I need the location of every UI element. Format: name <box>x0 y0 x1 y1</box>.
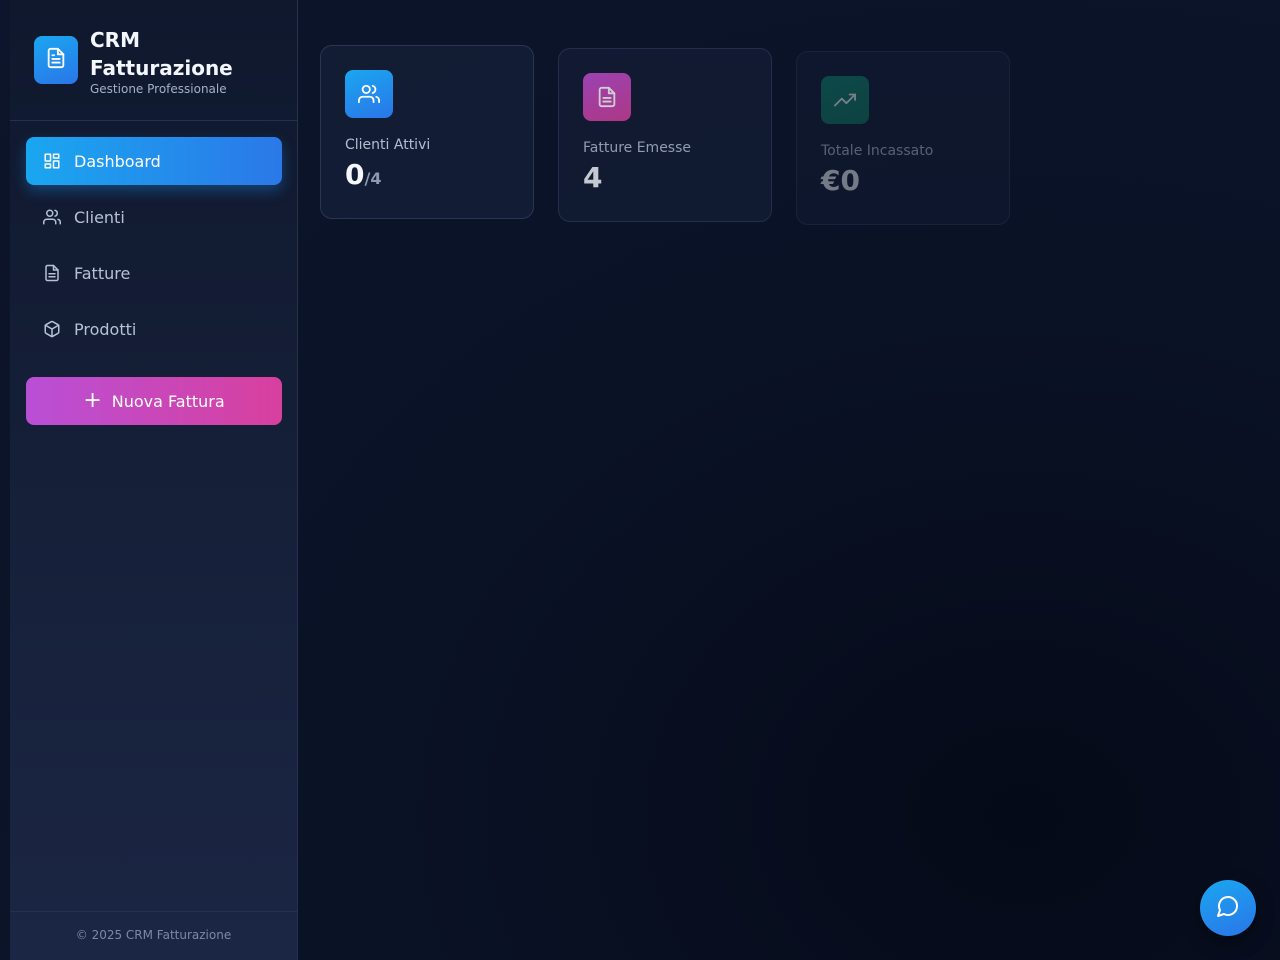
stat-label: Fatture Emesse <box>583 140 692 156</box>
sidebar-item-fatture[interactable]: Fatture <box>26 249 282 297</box>
chat-button[interactable] <box>1200 880 1256 936</box>
stat-card-fatture-emesse: Fatture Emesse 4 <box>558 48 772 222</box>
sidebar-item-prodotti[interactable]: Prodotti <box>26 305 282 353</box>
users-icon <box>42 207 62 227</box>
app-page: CRM Fatturazione Gestione Professionale … <box>0 0 1280 960</box>
new-invoice-button[interactable]: + Nuova Fattura <box>26 377 282 425</box>
sidebar-item-clienti[interactable]: Clienti <box>26 193 282 241</box>
stat-card-clienti-attivi: Clienti Attivi 0/4 <box>320 45 534 219</box>
brand-logo <box>34 36 78 84</box>
stat-value: 0/4 <box>345 158 381 191</box>
dashboard-icon <box>42 151 62 171</box>
document-icon <box>45 47 67 73</box>
plus-icon: + <box>83 388 102 413</box>
stat-value-total: /4 <box>364 169 382 188</box>
sidebar-divider <box>10 120 297 121</box>
brand: CRM Fatturazione Gestione Professionale <box>34 26 284 106</box>
chat-bubble-icon <box>1216 894 1240 922</box>
brand-title: CRM Fatturazione <box>90 28 233 80</box>
sidebar-item-label: Prodotti <box>74 319 137 339</box>
stat-label: Clienti Attivi <box>345 137 431 153</box>
package-icon <box>42 319 62 339</box>
sidebar-nav: Dashboard Clienti Fatture Prodotti <box>26 137 282 361</box>
sidebar-item-label: Clienti <box>74 207 125 227</box>
new-invoice-label: Nuova Fattura <box>111 391 225 411</box>
stat-value: 4 <box>583 161 603 194</box>
document-icon <box>42 263 62 283</box>
users-icon <box>345 70 393 118</box>
brand-subtitle: Gestione Professionale <box>90 82 227 96</box>
stat-value: €0 <box>821 164 860 197</box>
sidebar-footer-divider <box>10 911 297 912</box>
stat-value-main: 0 <box>345 158 365 191</box>
stat-card-totale-incassato: Totale Incassato €0 <box>796 51 1010 225</box>
sidebar-item-label: Dashboard <box>74 151 161 171</box>
trending-up-icon <box>821 76 869 124</box>
sidebar-item-dashboard[interactable]: Dashboard <box>26 137 282 185</box>
sidebar-footer: © 2025 CRM Fatturazione <box>75 928 232 942</box>
document-icon <box>583 73 631 121</box>
stat-label: Totale Incassato <box>821 143 934 159</box>
sidebar: CRM Fatturazione Gestione Professionale … <box>10 0 298 960</box>
sidebar-item-label: Fatture <box>74 263 131 283</box>
